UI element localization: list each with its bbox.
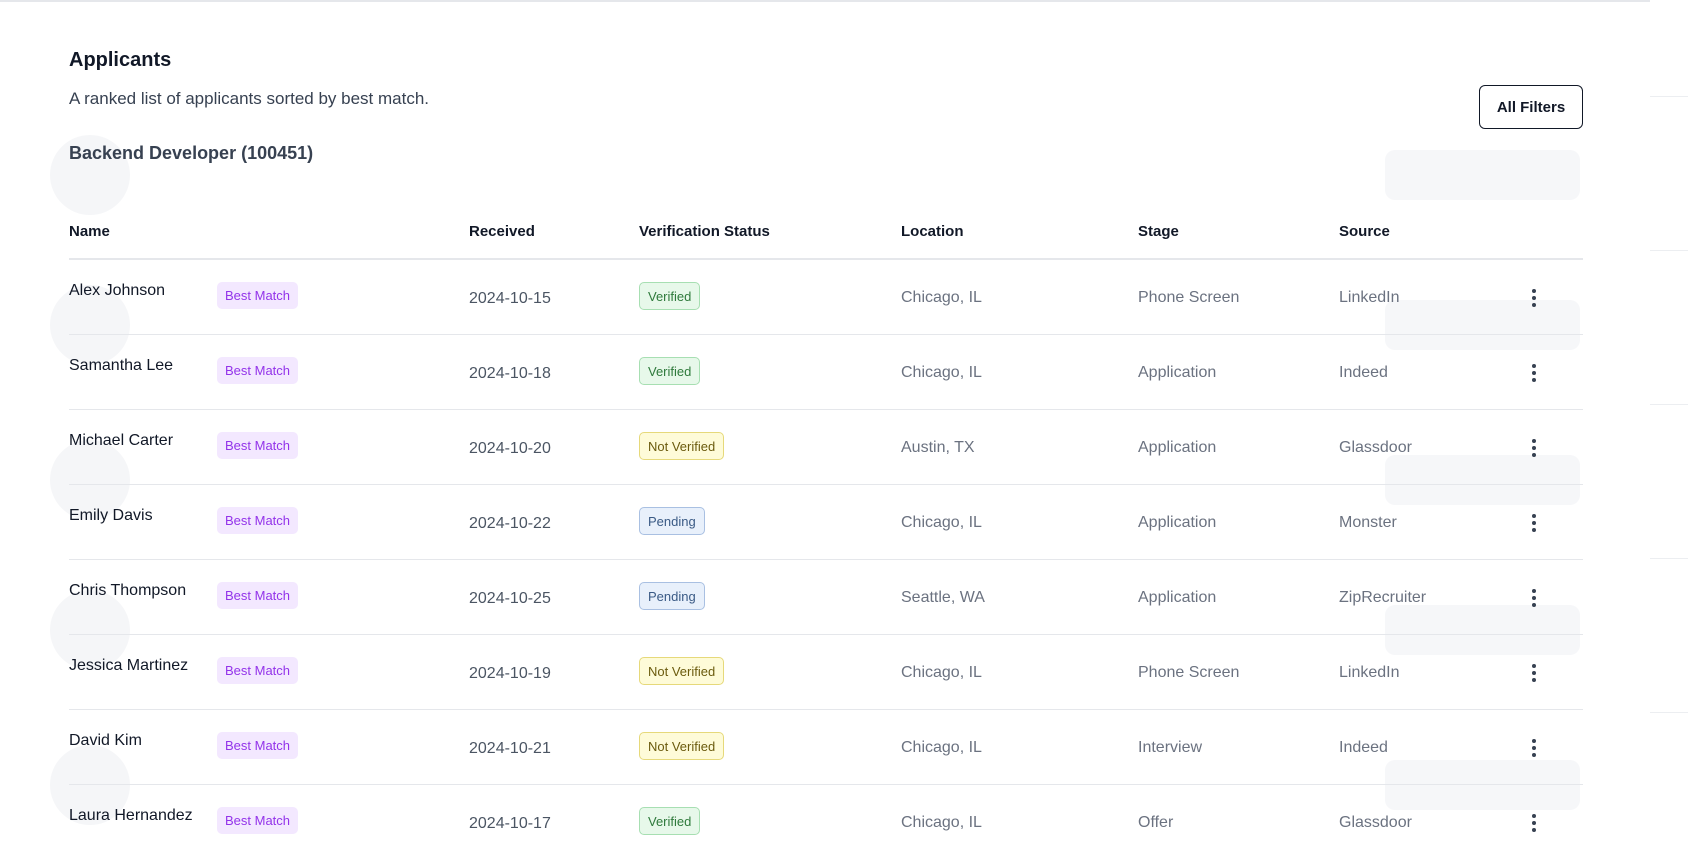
applicant-source: Glassdoor — [1339, 814, 1412, 831]
job-title: Backend Developer (100451) — [69, 143, 314, 163]
received-date: 2024-10-17 — [469, 815, 551, 832]
applicant-source: Glassdoor — [1339, 439, 1412, 456]
applicant-name[interactable]: Chris Thompson — [69, 582, 186, 600]
applicant-location: Austin, TX — [901, 439, 975, 456]
applicant-name[interactable]: Laura Hernandez — [69, 807, 193, 825]
applicant-stage: Interview — [1138, 739, 1203, 756]
applicants-table: Name Received Verification Status Locati… — [69, 205, 1583, 856]
column-header-source[interactable]: Source — [1339, 223, 1390, 240]
verification-status-badge: Not Verified — [639, 657, 725, 685]
applicant-stage: Application — [1138, 589, 1217, 606]
applicant-location: Chicago, IL — [901, 289, 982, 306]
column-header-stage[interactable]: Stage — [1138, 223, 1179, 240]
received-date: 2024-10-15 — [469, 290, 551, 307]
applicant-location: Chicago, IL — [901, 664, 982, 681]
applicant-location: Seattle, WA — [901, 589, 985, 606]
column-header-received[interactable]: Received — [469, 223, 535, 240]
column-header-location[interactable]: Location — [901, 223, 964, 240]
table-row[interactable]: Emily Davis Best Match 2024-10-22 Pendin… — [69, 485, 1583, 560]
more-vertical-icon[interactable] — [1526, 436, 1542, 460]
applicant-source: Indeed — [1339, 364, 1388, 381]
more-vertical-icon[interactable] — [1526, 586, 1542, 610]
verification-status-badge: Pending — [639, 507, 705, 535]
applicant-stage: Phone Screen — [1138, 289, 1240, 306]
applicant-stage: Application — [1138, 439, 1217, 456]
received-date: 2024-10-25 — [469, 590, 551, 607]
best-match-badge: Best Match — [217, 282, 299, 309]
table-body: Alex Johnson Best Match 2024-10-15 Verif… — [69, 260, 1583, 856]
all-filters-button[interactable]: All Filters — [1479, 85, 1583, 129]
more-vertical-icon[interactable] — [1526, 736, 1542, 760]
verification-status-badge: Verified — [639, 282, 701, 310]
applicant-location: Chicago, IL — [901, 814, 982, 831]
applicant-name[interactable]: Michael Carter — [69, 432, 173, 450]
best-match-badge: Best Match — [217, 507, 299, 534]
applicant-stage: Application — [1138, 364, 1217, 381]
page-subtitle: A ranked list of applicants sorted by be… — [69, 89, 430, 108]
applicant-name[interactable]: Jessica Martinez — [69, 657, 188, 675]
applicant-name[interactable]: David Kim — [69, 732, 142, 750]
best-match-badge: Best Match — [217, 807, 299, 834]
applicant-name[interactable]: Emily Davis — [69, 507, 153, 525]
column-header-verification-status[interactable]: Verification Status — [639, 223, 770, 240]
applicant-source: ZipRecruiter — [1339, 589, 1427, 606]
applicant-stage: Application — [1138, 514, 1217, 531]
background-divider — [1650, 712, 1688, 713]
applicant-name[interactable]: Samantha Lee — [69, 357, 173, 375]
table-row[interactable]: Michael Carter Best Match 2024-10-20 Not… — [69, 410, 1583, 485]
more-vertical-icon[interactable] — [1526, 811, 1542, 835]
column-header-name[interactable]: Name — [69, 223, 110, 240]
received-date: 2024-10-20 — [469, 440, 551, 457]
table-row[interactable]: Samantha Lee Best Match 2024-10-18 Verif… — [69, 335, 1583, 410]
background-divider — [1650, 250, 1688, 251]
applicant-source: Monster — [1339, 514, 1397, 531]
applicant-source: LinkedIn — [1339, 664, 1400, 681]
table-row[interactable]: Chris Thompson Best Match 2024-10-25 Pen… — [69, 560, 1583, 635]
table-header: Name Received Verification Status Locati… — [69, 205, 1583, 260]
received-date: 2024-10-21 — [469, 740, 551, 757]
applicant-location: Chicago, IL — [901, 514, 982, 531]
table-row[interactable]: Jessica Martinez Best Match 2024-10-19 N… — [69, 635, 1583, 710]
best-match-badge: Best Match — [217, 432, 299, 459]
applicant-stage: Offer — [1138, 814, 1174, 831]
applicant-location: Chicago, IL — [901, 739, 982, 756]
table-row[interactable]: Alex Johnson Best Match 2024-10-15 Verif… — [69, 260, 1583, 335]
applicant-name[interactable]: Alex Johnson — [69, 282, 165, 300]
received-date: 2024-10-18 — [469, 365, 551, 382]
more-vertical-icon[interactable] — [1526, 511, 1542, 535]
best-match-badge: Best Match — [217, 732, 299, 759]
received-date: 2024-10-22 — [469, 515, 551, 532]
verification-status-badge: Not Verified — [639, 732, 725, 760]
best-match-badge: Best Match — [217, 357, 299, 384]
best-match-badge: Best Match — [217, 657, 299, 684]
applicants-panel: Applicants A ranked list of applicants s… — [69, 0, 1584, 856]
more-vertical-icon[interactable] — [1526, 361, 1542, 385]
background-divider — [1650, 558, 1688, 559]
table-row[interactable]: David Kim Best Match 2024-10-21 Not Veri… — [69, 710, 1583, 785]
received-date: 2024-10-19 — [469, 665, 551, 682]
background-divider — [1650, 96, 1688, 97]
background-divider — [1650, 404, 1688, 405]
applicant-location: Chicago, IL — [901, 364, 982, 381]
applicant-stage: Phone Screen — [1138, 664, 1240, 681]
applicant-source: Indeed — [1339, 739, 1388, 756]
applicant-source: LinkedIn — [1339, 289, 1400, 306]
best-match-badge: Best Match — [217, 582, 299, 609]
verification-status-badge: Verified — [639, 357, 701, 385]
verification-status-badge: Verified — [639, 807, 701, 835]
table-row[interactable]: Laura Hernandez Best Match 2024-10-17 Ve… — [69, 785, 1583, 856]
verification-status-badge: Pending — [639, 582, 705, 610]
more-vertical-icon[interactable] — [1526, 286, 1542, 310]
page-title: Applicants — [69, 49, 172, 71]
more-vertical-icon[interactable] — [1526, 661, 1542, 685]
verification-status-badge: Not Verified — [639, 432, 725, 460]
